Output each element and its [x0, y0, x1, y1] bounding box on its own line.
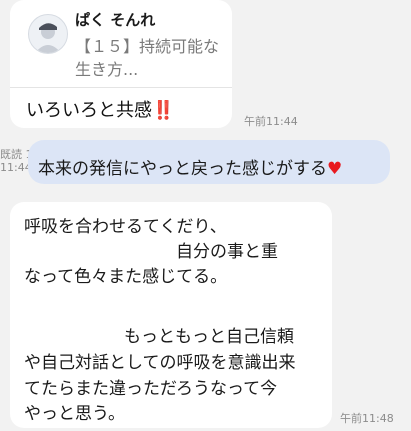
reply-preview-text: 【１５】持続可能な生き方...	[75, 37, 220, 79]
message-line: や自己対話としての呼吸を意識出来	[24, 353, 296, 373]
message-line: 自分の事と重	[176, 242, 278, 262]
message-timestamp: 午前11:44	[244, 115, 298, 128]
message-text: 本来の発信にやっと戻った感じがする♥	[38, 154, 342, 179]
avatar	[28, 14, 68, 54]
incoming-message-bubble[interactable]: ぱく そんれ 【１５】持続可能な生き方... いろいろと共感‼️	[10, 0, 232, 128]
reply-quote-card[interactable]: ぱく そんれ 【１５】持続可能な生き方...	[10, 0, 232, 88]
message-line: 呼吸を合わせるてくだり、	[24, 217, 227, 237]
message-text: いろいろと共感‼️	[26, 96, 174, 122]
incoming-message-bubble[interactable]: 呼吸を合わせるてくだり、 自分の事と重 なって色々また感じてる。 もっともっと自…	[10, 202, 332, 428]
outgoing-message-bubble[interactable]: 本来の発信にやっと戻った感じがする♥	[28, 140, 390, 184]
message-timestamp: 午前11:48	[340, 412, 394, 425]
reply-author-name: ぱく そんれ	[75, 11, 156, 29]
double-exclamation-emoji: ‼️	[152, 100, 175, 121]
message-body: いろいろと共感	[26, 100, 152, 121]
message-line: なって色々また感じてる。	[24, 267, 228, 287]
message-line: てたらまた違っただろうなって今	[24, 379, 278, 399]
message-line: やっと思う。	[24, 404, 125, 424]
message-line: もっともっと自己信頼	[124, 327, 294, 347]
message-body: 本来の発信にやっと戻った感じがする	[38, 159, 327, 179]
heart-emoji: ♥	[327, 159, 343, 179]
